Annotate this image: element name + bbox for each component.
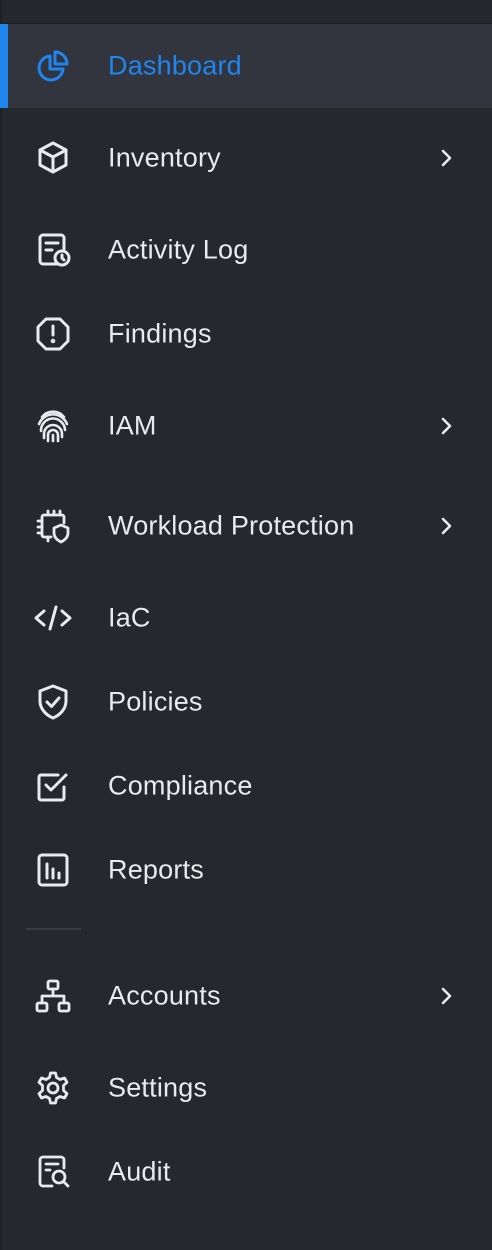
nav-item-settings[interactable]: Settings xyxy=(0,1046,492,1130)
chevron-right-icon xyxy=(434,984,458,1008)
nav-item-label: Compliance xyxy=(108,770,253,801)
nav-item-label: Audit xyxy=(108,1156,171,1187)
section-divider xyxy=(26,928,81,930)
cube-icon xyxy=(33,138,73,178)
nav-item-label: Accounts xyxy=(108,980,221,1011)
nav-item-label: Settings xyxy=(108,1072,208,1103)
nav-item-findings[interactable]: Findings xyxy=(0,292,492,376)
chip-shield-icon xyxy=(33,506,73,546)
hierarchy-icon xyxy=(33,976,73,1016)
fingerprint-icon xyxy=(33,406,73,446)
active-indicator xyxy=(0,24,8,108)
nav-item-label: IaC xyxy=(108,602,151,633)
nav-item-workload-protection[interactable]: Workload Protection xyxy=(0,484,492,568)
activity-log-icon xyxy=(33,230,73,270)
chevron-right-icon xyxy=(434,514,458,538)
gear-icon xyxy=(33,1068,73,1108)
nav-item-policies[interactable]: Policies xyxy=(0,660,492,744)
code-icon xyxy=(33,598,73,638)
chevron-right-icon xyxy=(434,146,458,170)
nav-item-label: Inventory xyxy=(108,142,221,173)
sidebar-nav: Dashboard Inventory Activity Log Finding… xyxy=(0,0,492,1250)
nav-item-label: Activity Log xyxy=(108,234,249,265)
nav-item-iam[interactable]: IAM xyxy=(0,384,492,468)
nav-item-audit[interactable]: Audit xyxy=(0,1130,492,1214)
pie-chart-icon xyxy=(33,46,73,86)
nav-item-iac[interactable]: IaC xyxy=(0,576,492,660)
nav-item-label: Policies xyxy=(108,686,203,717)
nav-item-dashboard[interactable]: Dashboard xyxy=(0,24,492,108)
nav-item-label: IAM xyxy=(108,410,157,441)
nav-item-label: Workload Protection xyxy=(108,510,355,541)
nav-item-label: Dashboard xyxy=(108,50,242,81)
nav-item-accounts[interactable]: Accounts xyxy=(0,954,492,1038)
shield-check-icon xyxy=(33,682,73,722)
nav-item-reports[interactable]: Reports xyxy=(0,828,492,912)
chevron-right-icon xyxy=(434,414,458,438)
nav-item-compliance[interactable]: Compliance xyxy=(0,744,492,828)
checkbox-icon xyxy=(33,766,73,806)
nav-item-label: Reports xyxy=(108,854,204,885)
bar-report-icon xyxy=(33,850,73,890)
nav-item-activity-log[interactable]: Activity Log xyxy=(0,208,492,292)
nav-item-label: Findings xyxy=(108,318,212,349)
audit-search-icon xyxy=(33,1152,73,1192)
alert-octagon-icon xyxy=(33,314,73,354)
top-strip xyxy=(0,0,492,24)
nav-item-inventory[interactable]: Inventory xyxy=(0,116,492,200)
